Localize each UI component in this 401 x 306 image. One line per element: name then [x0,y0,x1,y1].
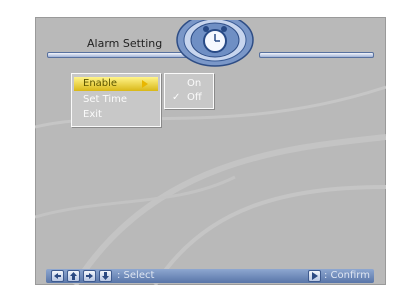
header-rule-right [259,52,374,58]
arrow-left-icon [51,270,64,282]
alarm-clock-icon [176,20,254,67]
play-icon [308,270,321,282]
menu-item-set-time[interactable]: Set Time [74,93,158,107]
page-title: Alarm Setting [87,37,163,50]
footer-help-bar: : Select : Confirm [46,269,374,283]
tv-screen: Alarm Setting Enable Set Time Exit On ✓ … [35,17,386,285]
select-hint: : Select [117,270,155,281]
menu-item-enable[interactable]: Enable [74,77,158,91]
submenu-item-off[interactable]: ✓ Off [165,91,213,105]
arrow-right-icon [83,270,96,282]
arrow-down-icon [99,270,112,282]
checkmark-icon: ✓ [172,92,181,103]
submenu-item-on[interactable]: On [165,77,213,91]
arrow-right-icon [142,80,148,88]
arrow-up-icon [67,270,80,282]
enable-submenu: On ✓ Off [164,73,214,109]
alarm-menu: Enable Set Time Exit [71,73,161,127]
menu-item-exit[interactable]: Exit [74,108,158,122]
confirm-hint: : Confirm [324,270,370,281]
